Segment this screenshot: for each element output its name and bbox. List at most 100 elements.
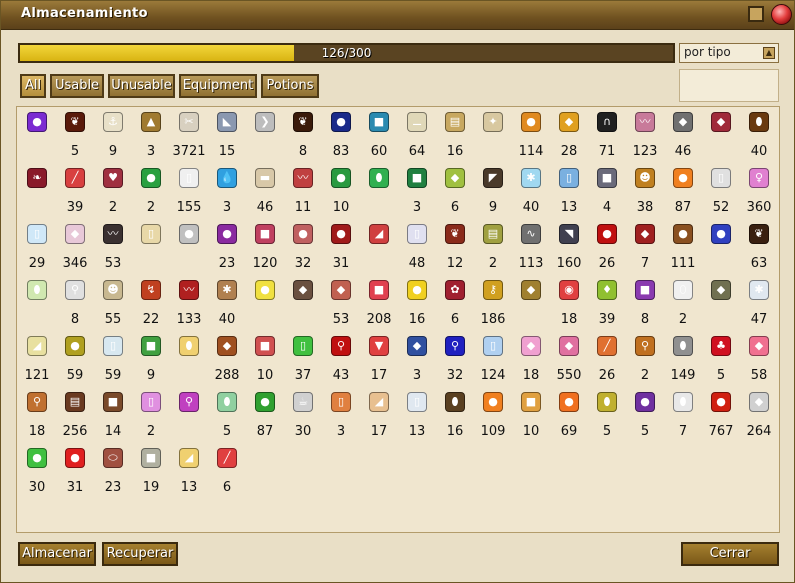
item-slot[interactable]: ╱ 39 [56,165,94,221]
item-icon[interactable]: ⚲ [65,280,85,300]
item-icon[interactable]: ◆ [407,336,427,356]
item-slot[interactable]: ◆ 288 [208,333,246,389]
item-slot[interactable]: ✿ 6 [436,277,474,333]
item-icon[interactable]: ▯ [483,336,503,356]
item-icon[interactable]: ╱ [597,336,617,356]
item-slot[interactable]: ╱ 6 [208,445,246,501]
item-slot[interactable]: ■ 208 [360,277,398,333]
item-icon[interactable]: ⚲ [445,336,465,356]
item-icon[interactable]: ● [65,448,85,468]
item-icon[interactable]: ⚷ [483,280,503,300]
item-slot[interactable]: ▯ 124 [474,333,512,389]
item-icon[interactable]: ╱ [217,448,237,468]
item-slot[interactable]: ● 5 [626,389,664,445]
item-slot[interactable]: ◆ 58 [740,333,778,389]
item-icon[interactable]: 〰 [103,224,123,244]
item-icon[interactable]: ✱ [749,280,769,300]
item-icon[interactable]: ◣ [217,112,237,132]
item-slot[interactable]: ⬯ 2 [664,277,702,333]
item-icon[interactable]: ♥ [103,168,123,188]
item-icon[interactable]: ● [407,280,427,300]
item-slot[interactable]: ◆ 6 [436,165,474,221]
item-slot[interactable]: ● [18,109,56,165]
filter-unusable-button[interactable]: Unusable [108,74,175,98]
item-icon[interactable]: ● [65,336,85,356]
item-icon[interactable]: ∩ [597,112,617,132]
item-slot[interactable]: 💧 3 [208,165,246,221]
item-icon[interactable]: ● [293,224,313,244]
item-icon[interactable]: ● [635,392,655,412]
item-icon[interactable]: ● [331,168,351,188]
item-icon[interactable]: ❦ [445,224,465,244]
item-slot[interactable]: ■ 19 [132,445,170,501]
item-icon[interactable]: ◆ [749,336,769,356]
item-slot[interactable]: ♥ 2 [94,165,132,221]
item-icon[interactable]: ◢ [27,336,47,356]
item-slot[interactable]: ◆ 46 [664,109,702,165]
item-icon[interactable]: ◆ [559,112,579,132]
item-icon[interactable]: ● [521,112,541,132]
item-slot[interactable]: ◢ 121 [18,333,56,389]
item-slot[interactable]: ◆ 346 [56,221,94,277]
item-slot[interactable]: ⬮ [360,165,398,221]
item-slot[interactable]: ● 767 [702,389,740,445]
item-slot[interactable]: ▤ 2 [474,221,512,277]
item-icon[interactable]: ❦ [293,112,313,132]
item-slot[interactable]: ☕ 30 [284,389,322,445]
item-icon[interactable]: ⚊ [407,112,427,132]
item-slot[interactable]: ❦ 63 [740,221,778,277]
item-icon[interactable]: ● [255,280,275,300]
item-slot[interactable]: ◆ [702,109,740,165]
item-slot[interactable]: ▬ 46 [246,165,284,221]
item-icon[interactable]: ♀ [749,168,769,188]
item-slot[interactable]: ● 32 [284,221,322,277]
item-icon[interactable]: ● [27,112,47,132]
item-icon[interactable]: ◆ [521,336,541,356]
item-slot[interactable]: ● 59 [56,333,94,389]
item-icon[interactable]: ◢ [369,224,389,244]
item-icon[interactable]: ⚲ [27,392,47,412]
item-icon[interactable]: ↯ [141,280,161,300]
item-slot[interactable]: ◆ 53 [322,277,360,333]
item-icon[interactable]: ◉ [559,280,579,300]
item-icon[interactable]: ● [711,392,731,412]
item-slot[interactable]: ▯ 59 [94,333,132,389]
item-slot[interactable]: ● 87 [664,165,702,221]
item-slot[interactable]: ♦ 39 [588,277,626,333]
item-slot[interactable]: ● 16 [398,277,436,333]
item-icon[interactable]: ■ [369,112,389,132]
item-icon[interactable]: ● [141,168,161,188]
item-icon[interactable]: ▲ [141,112,161,132]
item-slot[interactable]: ▤ 256 [56,389,94,445]
item-slot[interactable]: ● 87 [246,389,284,445]
item-slot[interactable]: ▯ 13 [398,389,436,445]
item-slot[interactable]: ⚲ 43 [322,333,360,389]
item-icon[interactable]: ● [255,392,275,412]
item-icon[interactable]: ⬮ [369,168,389,188]
item-slot[interactable]: ● 31 [56,445,94,501]
item-icon[interactable]: ❧ [27,168,47,188]
item-icon[interactable]: ✿ [445,280,465,300]
item-icon[interactable]: 〰 [293,168,313,188]
item-icon[interactable]: 〰 [635,112,655,132]
item-slot[interactable]: ◆ 264 [740,389,778,445]
item-slot[interactable]: ✱ 47 [740,277,778,333]
item-icon[interactable]: ● [673,168,693,188]
item-slot[interactable]: 〰 11 [284,165,322,221]
item-icon[interactable]: ■ [141,336,161,356]
item-slot[interactable]: ⚷ 186 [474,277,512,333]
item-icon[interactable]: ❯ [255,112,275,132]
item-icon[interactable]: ▤ [483,224,503,244]
item-icon[interactable]: ■ [103,392,123,412]
item-slot[interactable]: ⬮ 40 [740,109,778,165]
item-icon[interactable]: ◆ [673,112,693,132]
item-icon[interactable]: ● [27,448,47,468]
item-slot[interactable]: ⬮ 149 [664,333,702,389]
item-icon[interactable]: ▤ [445,112,465,132]
item-slot[interactable]: ▯ 52 [702,165,740,221]
item-icon[interactable]: ⬮ [179,336,199,356]
item-slot[interactable]: ❦ 12 [436,221,474,277]
item-slot[interactable]: ◆ [284,277,322,333]
item-icon[interactable]: ⬮ [27,280,47,300]
item-slot[interactable]: ◢ [360,221,398,277]
